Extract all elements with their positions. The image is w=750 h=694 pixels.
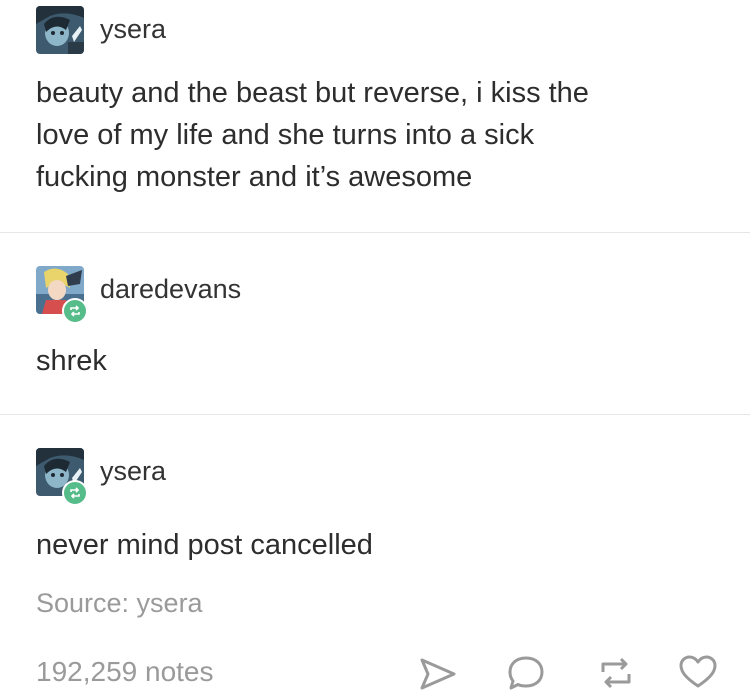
reblog-badge-icon [70, 305, 80, 317]
reblog-badge [62, 480, 88, 506]
notes-count[interactable]: 192,259 notes [36, 656, 214, 688]
text-line: beauty and the beast but reverse, i kiss… [36, 77, 589, 109]
text-line: fucking monster and it’s awesome [36, 161, 473, 193]
username[interactable]: ysera [100, 456, 166, 487]
username[interactable]: ysera [100, 14, 166, 45]
post-divider [0, 414, 750, 415]
reblog-badge [62, 298, 88, 324]
like-button[interactable] [676, 650, 720, 694]
text-line: never mind post cancelled [36, 529, 373, 561]
reblog-button[interactable] [594, 650, 638, 694]
post-2-body: shrek [36, 340, 107, 382]
text-line: love of my life and she turns into a sic… [36, 119, 535, 151]
source-link[interactable]: Source: ysera [36, 588, 203, 619]
avatar-ysera[interactable] [36, 6, 84, 54]
heart-icon [679, 655, 717, 688]
post-1-body: beauty and the beast but reverse, i kiss… [36, 72, 589, 198]
post-divider [0, 232, 750, 233]
post-3-body: never mind post cancelled [36, 524, 373, 566]
reblog-badge-icon [70, 487, 80, 499]
text-line: shrek [36, 345, 107, 377]
send-icon [420, 658, 456, 690]
reblog-icon [601, 657, 631, 689]
share-button[interactable] [416, 650, 460, 694]
comment-icon [508, 656, 544, 690]
reply-button[interactable] [504, 650, 548, 694]
username[interactable]: daredevans [100, 274, 241, 305]
